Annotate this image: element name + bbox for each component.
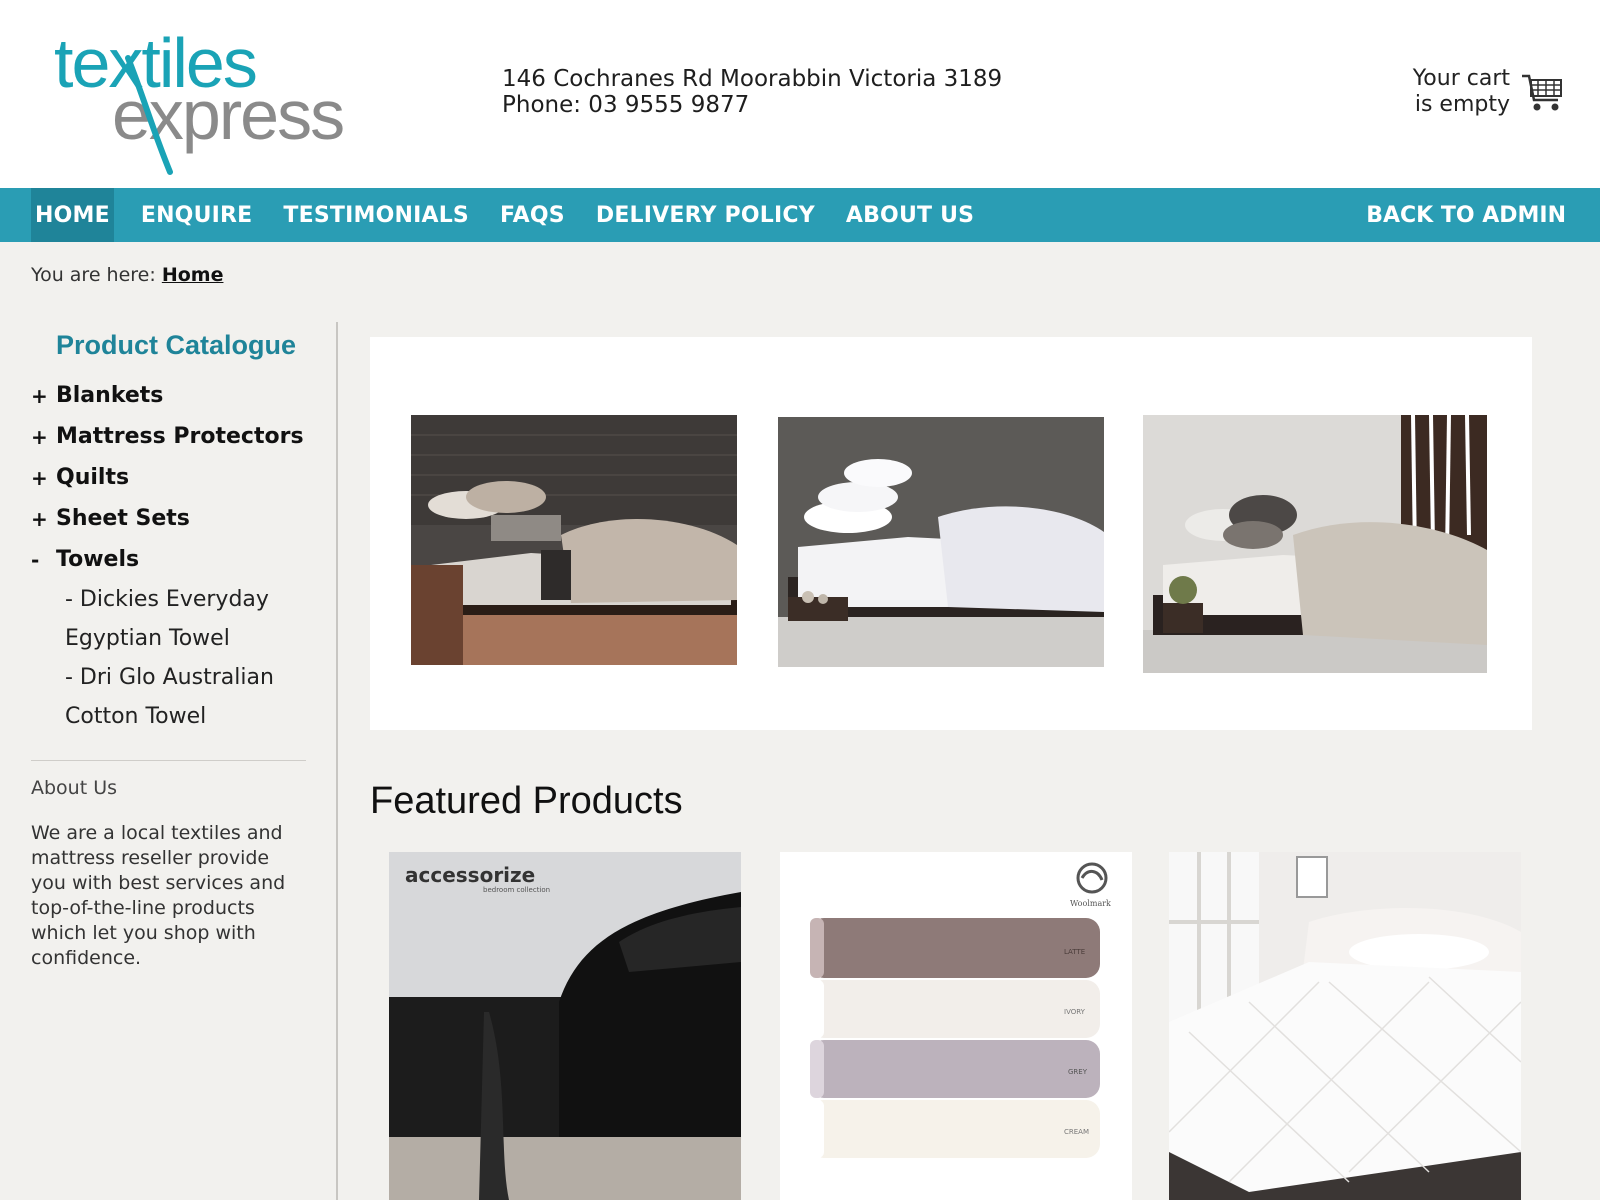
category-sheet-sets[interactable]: + Sheet Sets: [31, 498, 306, 539]
blanket-label-latte: LATTE: [1064, 948, 1085, 956]
nav-delivery-policy[interactable]: DELIVERY POLICY: [592, 188, 819, 242]
category-list: + Blankets + Mattress Protectors + Quilt…: [31, 375, 306, 580]
blanket-label-ivory: IVORY: [1064, 1008, 1086, 1016]
nav-back-to-admin[interactable]: BACK TO ADMIN: [1366, 188, 1566, 242]
hero-banner: [370, 337, 1532, 730]
expand-icon[interactable]: +: [31, 507, 56, 531]
featured-product-1[interactable]: accessorize bedroom collection: [389, 852, 741, 1200]
nav-home[interactable]: HOME: [31, 188, 114, 242]
phone-text: Phone: 03 9555 9877: [502, 92, 750, 118]
bedroom-photo-image: [778, 417, 1104, 667]
product1-brand-text: accessorize: [405, 863, 535, 887]
product1-sub-text: bedroom collection: [483, 886, 550, 894]
featured-products-title: Featured Products: [370, 780, 683, 822]
nav-about-us[interactable]: ABOUT US: [842, 188, 978, 242]
sidebar-divider: [336, 322, 338, 1200]
bedroom-photo-image: [1143, 415, 1487, 673]
category-towels[interactable]: - Towels: [31, 539, 306, 580]
featured-product-3[interactable]: [1169, 852, 1521, 1200]
cart-widget[interactable]: Your cart is empty: [1413, 66, 1564, 118]
expand-icon[interactable]: +: [31, 384, 56, 408]
sidebar-separator: [31, 760, 306, 761]
expand-icon[interactable]: +: [31, 425, 56, 449]
site-header: textiles express 146 Cochranes Rd Moorab…: [0, 0, 1600, 188]
logo-swoosh-icon: [125, 55, 173, 175]
banner-photo-bedroom-1[interactable]: [411, 415, 737, 665]
category-label[interactable]: Towels: [56, 547, 139, 572]
banner-photo-bedroom-2[interactable]: [778, 417, 1104, 667]
about-us-text: We are a local textiles and mattress res…: [31, 822, 286, 969]
collapse-icon[interactable]: -: [31, 548, 56, 572]
shopping-cart-icon[interactable]: [1520, 70, 1564, 114]
catalogue-title: Product Catalogue: [56, 330, 297, 360]
category-label[interactable]: Blankets: [56, 383, 163, 408]
category-label[interactable]: Quilts: [56, 465, 129, 490]
subcategory-label-line1[interactable]: - Dri Glo Australian: [65, 658, 306, 697]
subcategory-dickies-everyday-egyptian-towel[interactable]: - Dickies Everyday Egyptian Towel: [65, 580, 306, 658]
cart-status-line2: is empty: [1414, 92, 1510, 117]
breadcrumb-prefix: You are here:: [31, 264, 156, 286]
category-label[interactable]: Mattress Protectors: [56, 424, 304, 449]
category-mattress-protectors[interactable]: + Mattress Protectors: [31, 416, 306, 457]
sidebar: Product Catalogue + Blankets + Mattress …: [31, 330, 306, 971]
category-label[interactable]: Sheet Sets: [56, 506, 190, 531]
category-blankets[interactable]: + Blankets: [31, 375, 306, 416]
about-us-heading: About Us: [31, 777, 118, 799]
bedroom-photo-image: [411, 415, 737, 665]
featured-product-2[interactable]: Woolmark LATTE IVORY GREY CREAM: [780, 852, 1132, 1200]
breadcrumb-home-link[interactable]: Home: [162, 264, 224, 286]
main-navigation: HOME ENQUIRE TESTIMONIALS FAQS DELIVERY …: [0, 188, 1600, 242]
banner-photo-bedroom-3[interactable]: [1143, 415, 1487, 673]
expand-icon[interactable]: +: [31, 466, 56, 490]
contact-info: 146 Cochranes Rd Moorabbin Victoria 3189…: [502, 66, 1002, 118]
nav-faqs[interactable]: FAQS: [496, 188, 569, 242]
cart-status: Your cart is empty: [1413, 66, 1510, 118]
cart-status-line1: Your cart: [1412, 66, 1510, 91]
nav-testimonials[interactable]: TESTIMONIALS: [279, 188, 473, 242]
towels-subcategory-list: - Dickies Everyday Egyptian Towel - Dri …: [31, 580, 306, 736]
nav-enquire[interactable]: ENQUIRE: [137, 188, 257, 242]
black-sheet-set-image: accessorize bedroom collection: [389, 852, 741, 1200]
blanket-label-grey: GREY: [1068, 1068, 1088, 1076]
site-logo[interactable]: textiles express: [54, 28, 374, 175]
subcategory-label-line1[interactable]: - Dickies Everyday: [65, 580, 306, 619]
product2-badge-text: Woolmark: [1070, 899, 1111, 908]
subcategory-label-line2[interactable]: Egyptian Towel: [65, 619, 306, 658]
blanket-label-cream: CREAM: [1064, 1128, 1089, 1136]
subcategory-dri-glo-australian-cotton-towel[interactable]: - Dri Glo Australian Cotton Towel: [65, 658, 306, 736]
white-quilt-image: [1169, 852, 1521, 1200]
breadcrumb: You are here: Home: [31, 264, 223, 286]
category-quilts[interactable]: + Quilts: [31, 457, 306, 498]
address-text: 146 Cochranes Rd Moorabbin Victoria 3189: [502, 66, 1003, 92]
subcategory-label-line2[interactable]: Cotton Towel: [65, 697, 306, 736]
folded-blankets-image: Woolmark LATTE IVORY GREY CREAM: [780, 852, 1132, 1200]
